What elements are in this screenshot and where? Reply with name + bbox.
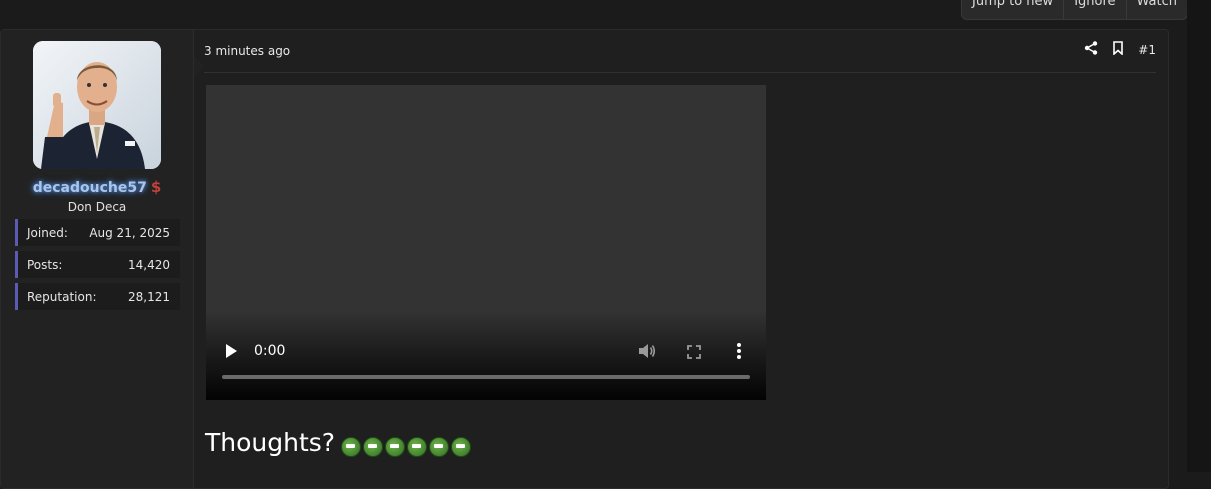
stat-label: Reputation: <box>27 289 97 304</box>
jump-to-new-button[interactable]: Jump to new <box>962 0 1065 19</box>
username-row: decadouche57 $ <box>1 178 193 196</box>
scrollbar-track[interactable] <box>1187 0 1211 472</box>
user-info-panel: decadouche57 $ Don Deca Joined: Aug 21, 2… <box>1 30 204 488</box>
pepe-emote-icon <box>451 436 472 457</box>
video-player[interactable]: 0:00 <box>206 85 766 400</box>
stat-value: 14,420 <box>128 257 170 272</box>
user-title: Don Deca <box>67 200 127 214</box>
post-body: Thoughts? <box>205 428 473 457</box>
pepe-emote-icon <box>341 436 362 457</box>
avatar-image <box>33 41 161 169</box>
dollar-sign-icon: $ <box>150 178 162 196</box>
post: decadouche57 $ Don Deca Joined: Aug 21, 2… <box>0 29 1169 489</box>
video-time: 0:00 <box>254 343 286 359</box>
share-icon[interactable] <box>1084 41 1098 58</box>
watch-button[interactable]: Watch <box>1127 0 1187 19</box>
stat-value: Aug 21, 2025 <box>89 225 170 240</box>
emote-group <box>341 436 473 457</box>
stat-posts: Posts: 14,420 <box>15 251 180 278</box>
more-options-icon[interactable] <box>736 342 742 364</box>
stat-value: 28,121 <box>128 289 170 304</box>
post-number-link[interactable]: #1 <box>1138 43 1156 57</box>
stat-label: Posts: <box>27 257 63 272</box>
post-timestamp[interactable]: 3 minutes ago <box>204 44 290 58</box>
pepe-emote-icon <box>429 436 450 457</box>
stat-reputation: Reputation: 28,121 <box>15 283 180 310</box>
thread-action-bar: Jump to new Ignore Watch <box>961 0 1189 20</box>
video-progress-bar[interactable] <box>222 375 750 379</box>
play-icon[interactable] <box>224 343 238 363</box>
ignore-button[interactable]: Ignore <box>1064 0 1127 19</box>
video-controls-gradient <box>206 310 766 400</box>
pepe-emote-icon <box>407 436 428 457</box>
post-text: Thoughts? <box>205 428 336 457</box>
pepe-emote-icon <box>385 436 406 457</box>
username-link[interactable]: decadouche57 <box>33 180 147 196</box>
avatar[interactable] <box>33 41 161 169</box>
stat-label: Joined: <box>27 225 68 240</box>
bookmark-icon[interactable] <box>1112 41 1124 58</box>
post-actions: #1 <box>1084 41 1156 58</box>
post-content-column: 3 minutes ago #1 0:00 Thoughts? <box>194 30 1168 488</box>
stat-joined: Joined: Aug 21, 2025 <box>15 219 180 246</box>
fullscreen-icon[interactable] <box>687 344 701 363</box>
post-header: 3 minutes ago #1 <box>204 30 1156 73</box>
pepe-emote-icon <box>363 436 384 457</box>
volume-icon[interactable] <box>638 343 656 363</box>
